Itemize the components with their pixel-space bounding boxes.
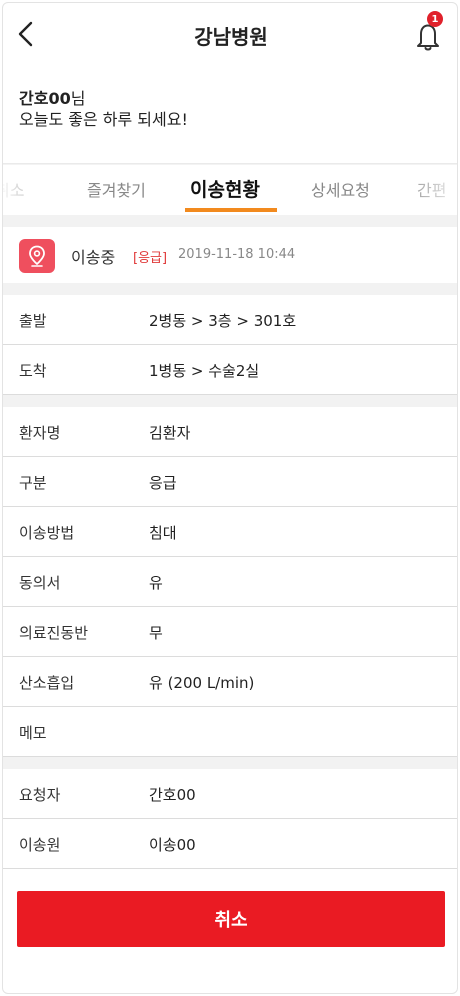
tabs-top-divider — [3, 163, 457, 165]
top-bar: 강남병원 1 — [3, 3, 457, 65]
row-label: 출발 — [19, 312, 47, 330]
app-frame: 강남병원 1 간호00님 오늘도 좋은 하루 되세요! 취소 즐겨찾기 이송현황… — [2, 2, 458, 994]
row-label: 구분 — [19, 474, 47, 492]
active-tab-indicator — [185, 208, 277, 212]
info-row-arrival: 도착 1병동 > 수술2실 — [3, 345, 457, 395]
greeting-suffix: 님 — [70, 89, 86, 108]
info-row-transporter: 이송원 이송00 — [3, 819, 457, 869]
row-value: 유 (200 L/min) — [149, 674, 255, 692]
row-value: 2병동 > 3층 > 301호 — [149, 312, 297, 330]
cancel-button[interactable]: 취소 — [17, 891, 445, 947]
info-row-departure: 출발 2병동 > 3층 > 301호 — [3, 295, 457, 345]
status-timestamp: 2019-11-18 10:44 — [178, 247, 296, 262]
greeting-user: 간호00님 — [19, 89, 188, 109]
info-row-staff-escort: 의료진동반 무 — [3, 607, 457, 657]
row-label: 메모 — [19, 724, 47, 742]
row-value: 간호00 — [149, 786, 196, 804]
section-gap — [3, 757, 457, 769]
info-row-requester: 요청자 간호00 — [3, 769, 457, 819]
staff-section: 요청자 간호00 이송원 이송00 — [3, 769, 457, 869]
tab-bar: 취소 즐겨찾기 이송현황 상세요청 간편 — [3, 171, 457, 215]
row-value: 침대 — [149, 524, 177, 542]
row-label: 의료진동반 — [19, 624, 89, 642]
info-row-oxygen: 산소흡입 유 (200 L/min) — [3, 657, 457, 707]
row-label: 도착 — [19, 362, 47, 380]
transfer-status-row: 이송중 [응급] 2019-11-18 10:44 — [3, 227, 457, 283]
info-row-category: 구분 응급 — [3, 457, 457, 507]
row-label: 환자명 — [19, 424, 61, 442]
location-pin-icon — [19, 239, 55, 273]
urgency-badge: [응급] — [133, 251, 168, 266]
greeting-name: 간호00 — [19, 89, 71, 108]
row-label: 이송방법 — [19, 524, 75, 542]
tab-transfer-status[interactable]: 이송현황 — [190, 175, 260, 202]
tab-simple[interactable]: 간편 — [417, 177, 446, 201]
section-gap — [3, 215, 457, 227]
row-value: 1병동 > 수술2실 — [149, 362, 260, 380]
tab-favorites[interactable]: 즐겨찾기 — [87, 177, 146, 201]
tab-detail-request[interactable]: 상세요청 — [311, 177, 370, 201]
notification-badge: 1 — [427, 11, 443, 27]
row-value: 유 — [149, 574, 163, 592]
row-label: 산소흡입 — [19, 674, 75, 692]
info-row-memo: 메모 — [3, 707, 457, 757]
row-value: 김환자 — [149, 424, 191, 442]
info-row-consent: 동의서 유 — [3, 557, 457, 607]
row-value: 무 — [149, 624, 163, 642]
row-label: 요청자 — [19, 786, 61, 804]
greeting-message: 오늘도 좋은 하루 되세요! — [19, 110, 188, 129]
row-value: 응급 — [149, 474, 177, 492]
tab-cancel[interactable]: 취소 — [3, 177, 24, 201]
row-value: 이송00 — [149, 836, 196, 854]
patient-section: 환자명 김환자 구분 응급 이송방법 침대 동의서 유 의료진동반 무 산소흡입… — [3, 407, 457, 757]
greeting: 간호00님 오늘도 좋은 하루 되세요! — [19, 89, 188, 131]
section-gap — [3, 283, 457, 295]
route-section: 출발 2병동 > 3층 > 301호 도착 1병동 > 수술2실 — [3, 295, 457, 395]
page-title: 강남병원 — [194, 25, 268, 49]
row-label: 동의서 — [19, 574, 61, 592]
row-label: 이송원 — [19, 836, 61, 854]
section-gap — [3, 395, 457, 407]
info-row-transfer-method: 이송방법 침대 — [3, 507, 457, 557]
notifications-button[interactable]: 1 — [413, 11, 445, 51]
status-text: 이송중 — [71, 248, 116, 267]
info-row-patient-name: 환자명 김환자 — [3, 407, 457, 457]
